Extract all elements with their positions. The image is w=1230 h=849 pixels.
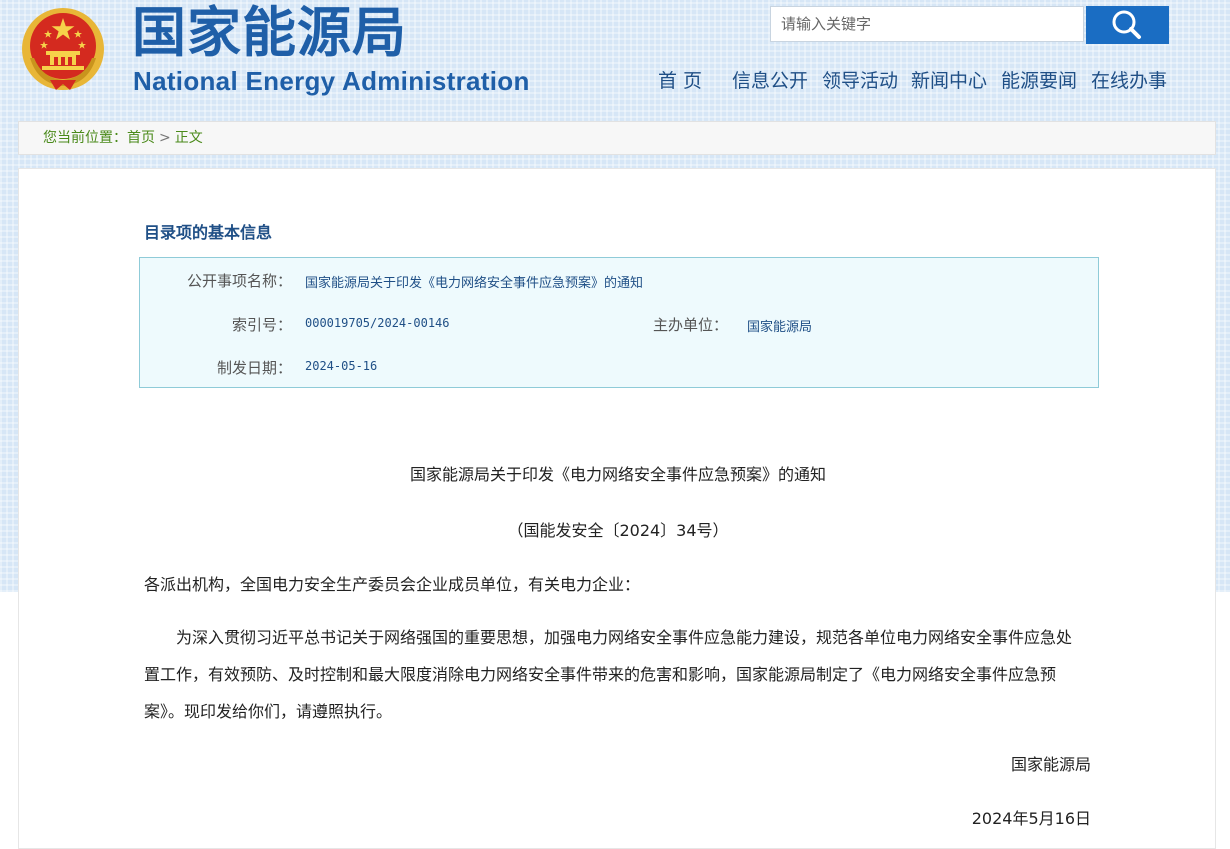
nav-item-home[interactable]: 首 页	[658, 64, 702, 98]
search-icon	[1086, 10, 1169, 47]
nav-item-info-disclosure[interactable]: 信息公开	[732, 64, 808, 98]
national-emblem-icon[interactable]	[20, 6, 106, 92]
info-box: 公开事项名称： 国家能源局关于印发《电力网络安全事件应急预案》的通知 索引号： …	[139, 257, 1099, 388]
info-index-value: 000019705/2024-00146	[305, 316, 450, 330]
info-name-label: 公开事项名称：	[186, 272, 292, 290]
search-input[interactable]	[770, 6, 1084, 42]
document-title: 国家能源局关于印发《电力网络安全事件应急预案》的通知	[409, 465, 826, 484]
info-date-label: 制发日期：	[216, 359, 292, 377]
breadcrumb-current: 正文	[174, 130, 203, 146]
nav-item-online-services[interactable]: 在线办事	[1091, 64, 1167, 98]
breadcrumb: 您当前位置：首页 > 正文	[18, 121, 1216, 155]
info-name-value: 国家能源局关于印发《电力网络安全事件应急预案》的通知	[305, 276, 644, 291]
breadcrumb-trail: 您当前位置：首页 > 正文	[43, 122, 203, 154]
info-section-heading: 目录项的基本信息	[144, 223, 273, 242]
site-header: 国家能源局 National Energy Administration 首 页…	[0, 0, 1230, 118]
article-content: 目录项的基本信息 公开事项名称： 国家能源局关于印发《电力网络安全事件应急预案》…	[18, 168, 1216, 849]
nav-item-energy-news[interactable]: 能源要闻	[1001, 64, 1077, 98]
document-body-paragraph: 为深入贯彻习近平总书记关于网络强国的重要思想，加强电力网络安全事件应急能力建设，…	[144, 628, 1073, 721]
breadcrumb-prefix: 您当前位置：	[43, 130, 127, 146]
info-unit-label: 主办单位：	[652, 316, 728, 334]
document-salutation: 各派出机构，全国电力安全生产委员会企业成员单位，有关电力企业：	[144, 575, 641, 594]
breadcrumb-home-link[interactable]: 首页	[127, 130, 155, 146]
info-index-label: 索引号：	[231, 316, 292, 334]
breadcrumb-separator: >	[159, 130, 171, 146]
site-title-en[interactable]: National Energy Administration	[133, 64, 530, 98]
nav-item-leader-activities[interactable]: 领导活动	[822, 64, 898, 98]
site-title-cn[interactable]: 国家能源局	[132, 0, 407, 66]
search-button[interactable]	[1086, 6, 1169, 44]
document-date: 2024年5月16日	[971, 809, 1091, 828]
document-signature: 国家能源局	[1010, 755, 1091, 774]
info-date-value: 2024-05-16	[305, 359, 378, 373]
info-unit-value: 国家能源局	[747, 320, 813, 335]
document-number: （国能发安全〔2024〕34号）	[507, 521, 729, 540]
nav-item-news-center[interactable]: 新闻中心	[911, 64, 987, 98]
